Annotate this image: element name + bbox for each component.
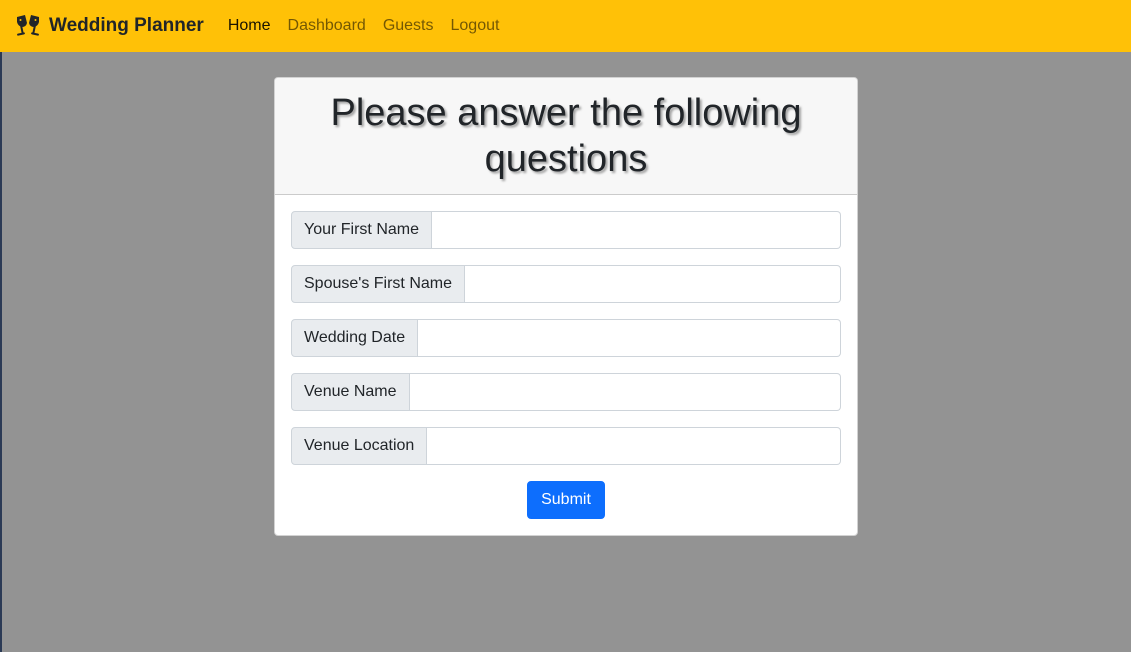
navbar: Wedding Planner Home Dashboard Guests Lo… xyxy=(0,0,1131,52)
nav-link-dashboard[interactable]: Dashboard xyxy=(288,17,366,35)
input-group-first-name: Your First Name xyxy=(291,211,841,249)
input-group-wedding-date: Wedding Date xyxy=(291,319,841,357)
nav-link-guests[interactable]: Guests xyxy=(383,17,434,35)
first-name-label: Your First Name xyxy=(291,211,432,249)
venue-location-label: Venue Location xyxy=(291,427,428,465)
card-body: Your First Name Spouse's First Name Wedd… xyxy=(275,195,857,519)
input-group-spouse-name: Spouse's First Name xyxy=(291,265,841,303)
questions-card: Please answer the following questions Yo… xyxy=(274,77,858,536)
spouse-name-label: Spouse's First Name xyxy=(291,265,465,303)
card-header: Please answer the following questions xyxy=(275,78,857,195)
wedding-glasses-icon xyxy=(14,14,42,38)
spouse-name-input[interactable] xyxy=(465,265,841,303)
left-edge-divider xyxy=(0,52,2,652)
first-name-input[interactable] xyxy=(432,211,841,249)
wedding-date-label: Wedding Date xyxy=(291,319,419,357)
nav-links: Home Dashboard Guests Logout xyxy=(228,17,517,35)
nav-link-logout[interactable]: Logout xyxy=(451,17,500,35)
brand-link[interactable]: Wedding Planner xyxy=(14,14,204,38)
wedding-date-input[interactable] xyxy=(418,319,841,357)
input-group-venue-name: Venue Name xyxy=(291,373,841,411)
venue-location-input[interactable] xyxy=(427,427,841,465)
venue-name-input[interactable] xyxy=(409,373,841,411)
submit-wrap: Submit xyxy=(291,481,841,519)
input-group-venue-location: Venue Location xyxy=(291,427,841,465)
nav-link-home[interactable]: Home xyxy=(228,17,271,35)
page-title: Please answer the following questions xyxy=(330,92,802,180)
brand-label: Wedding Planner xyxy=(49,15,204,36)
submit-button[interactable]: Submit xyxy=(527,481,605,519)
venue-name-label: Venue Name xyxy=(291,373,410,411)
